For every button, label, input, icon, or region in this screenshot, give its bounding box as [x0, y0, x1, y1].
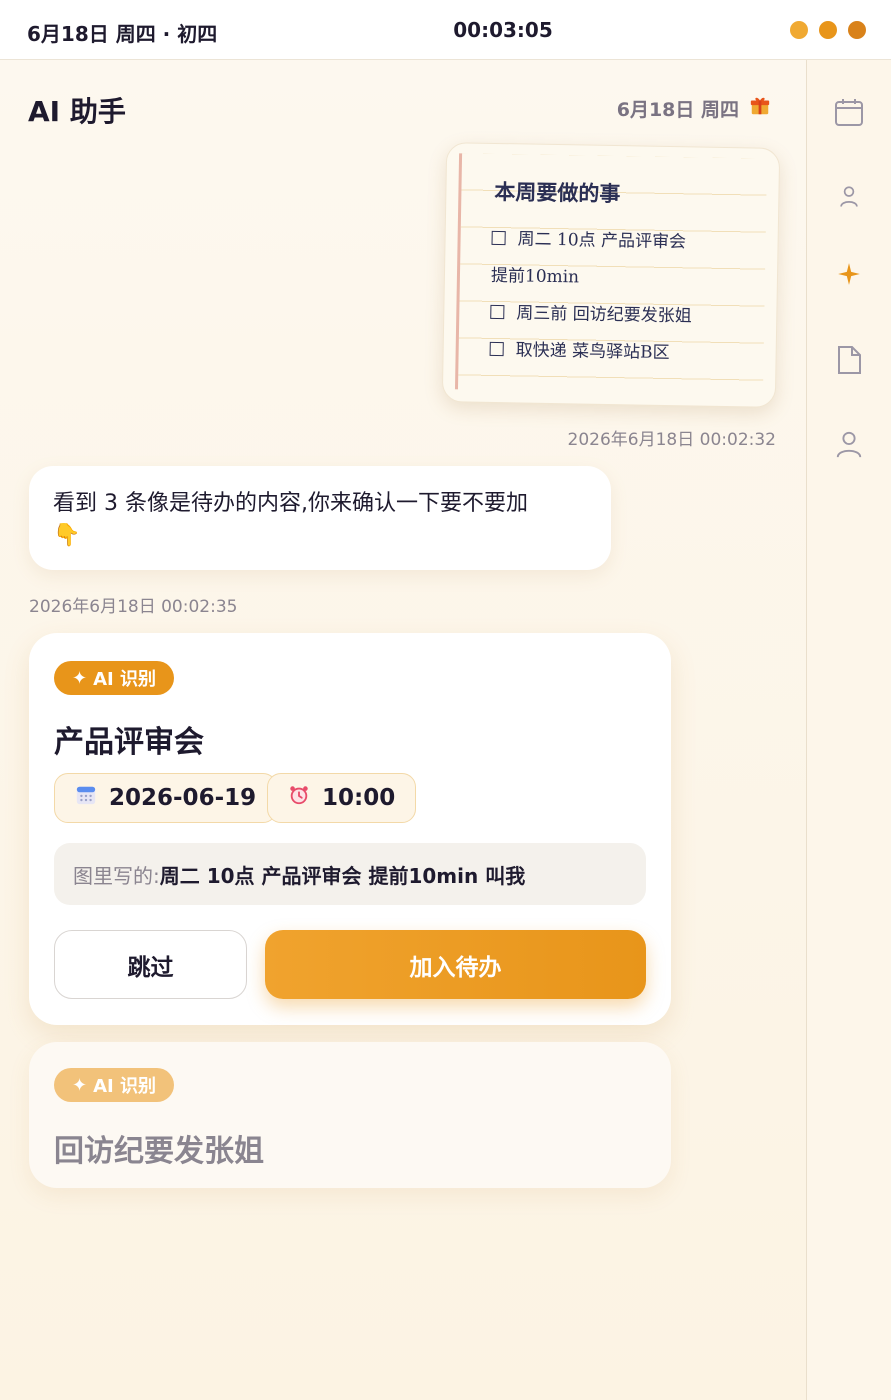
note-line-4-text: 取快递 菜鸟驿站B区: [515, 340, 670, 364]
sparkle-icon: ✦: [72, 1074, 88, 1096]
sparkle-icon[interactable]: [833, 258, 865, 290]
time-chip[interactable]: 10:00: [267, 773, 417, 823]
note-line-3-text: 周三前 回访纪要发张姐: [516, 303, 692, 327]
profile-icon[interactable]: [833, 428, 865, 460]
user-image-note[interactable]: 本周要做的事 周二 10点 产品评审会 提前10min 周三前 回访纪要发张姐 …: [441, 142, 781, 408]
assistant-timestamp: 2026年6月18日 00:02:35: [29, 597, 238, 617]
sparkle-icon: ✦: [72, 667, 88, 689]
checkbox-icon: [489, 341, 504, 357]
window-controls: [790, 21, 866, 39]
image-timestamp: 2026年6月18日 00:02:32: [567, 430, 776, 450]
document-icon[interactable]: [833, 344, 865, 376]
calendar-icon[interactable]: [833, 96, 865, 128]
note-line-1: 周二 10点 产品评审会: [491, 224, 686, 252]
ai-tag-label: AI 识别: [93, 669, 156, 690]
status-bar: 6月18日 周四 · 初四 00:03:05: [0, 0, 891, 60]
todo-suggestion-card: ✦ AI 识别 回访纪要发张姐: [29, 1042, 671, 1188]
source-value: 周二 10点 产品评审会 提前10min 叫我: [159, 863, 526, 888]
checkbox-icon: [490, 304, 505, 320]
skip-button[interactable]: 跳过: [54, 930, 247, 999]
date-value: 2026-06-19: [109, 785, 257, 811]
checkbox-icon: [491, 230, 506, 246]
ai-tag-label: AI 识别: [93, 1076, 156, 1097]
header-date-label: 6月18日 周四: [616, 99, 739, 121]
note-line-3: 周三前 回访纪要发张姐: [490, 298, 692, 327]
ai-tag: ✦ AI 识别: [54, 661, 174, 695]
date-chip[interactable]: 2026-06-19: [54, 773, 278, 823]
todo-title: 回访纪要发张姐: [54, 1134, 264, 1169]
alarm-clock-icon: [288, 784, 310, 812]
note-title: 本周要做的事: [494, 178, 621, 207]
note-line-4: 取快递 菜鸟驿站B区: [489, 335, 670, 364]
assistant-message: 看到 3 条像是待办的内容,你来确认一下要不要加 👇: [29, 466, 611, 570]
note-line-2: 提前10min: [490, 265, 580, 288]
calendar-icon: [75, 784, 97, 812]
page-title: AI 助手: [28, 95, 126, 128]
todo-suggestion-card: ✦ AI 识别 产品评审会 2026-06-19 10:00 图里写的: 周二 …: [29, 633, 671, 1025]
ai-tag: ✦ AI 识别: [54, 1068, 174, 1102]
source-label: 图里写的:: [73, 863, 160, 888]
window-dot-1[interactable]: [790, 21, 808, 39]
gift-icon[interactable]: [749, 95, 771, 122]
header-date: 6月18日 周四: [617, 95, 771, 122]
pointing-down-icon: 👇: [53, 523, 81, 548]
sidebar-rail: [806, 60, 891, 1400]
window-dot-2[interactable]: [819, 21, 837, 39]
add-todo-button[interactable]: 加入待办: [265, 930, 646, 999]
user-icon[interactable]: [833, 180, 865, 212]
time-value: 10:00: [322, 785, 396, 811]
assistant-message-text: 看到 3 条像是待办的内容,你来确认一下要不要加: [53, 491, 528, 516]
todo-title: 产品评审会: [54, 725, 204, 760]
window-dot-3[interactable]: [848, 21, 866, 39]
note-line-1-text: 周二 10点 产品评审会: [517, 229, 687, 253]
source-text: 图里写的: 周二 10点 产品评审会 提前10min 叫我: [54, 843, 646, 905]
status-time: 00:03:05: [453, 18, 553, 42]
